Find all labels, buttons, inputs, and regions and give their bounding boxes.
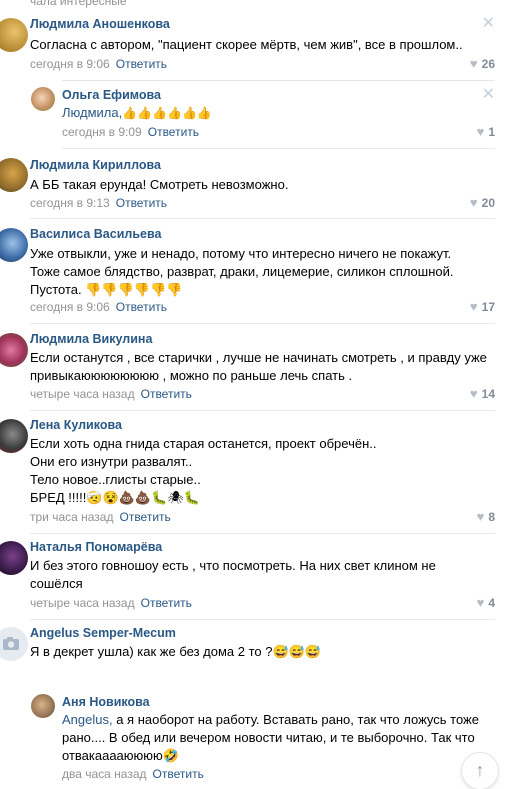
comment-text: Если хоть одна гнида старая останется, п… [30, 436, 377, 505]
comment-time[interactable]: четыре часа назад [30, 387, 135, 401]
comment-text: И без этого говношоу есть , что посмотре… [30, 558, 436, 591]
avatar[interactable] [0, 18, 28, 52]
avatar[interactable] [0, 333, 28, 367]
comment-meta: два часа назад Ответить [62, 767, 204, 781]
comment-text: Согласна с автором, "пациент скорее мёрт… [30, 37, 463, 52]
heart-icon: ♥ [469, 386, 478, 401]
comment-author[interactable]: Аня Новикова [62, 695, 150, 709]
comment-meta: три часа назад Ответить [30, 510, 171, 524]
avatar[interactable] [0, 627, 28, 661]
avatar[interactable] [0, 158, 28, 192]
reply-button[interactable]: Ответить [141, 596, 192, 610]
comment-author[interactable]: Наталья Пономарёва [30, 540, 162, 554]
comment-author[interactable]: Людмила Викулина [30, 332, 152, 346]
mention-link[interactable]: Angelus, [62, 712, 113, 727]
reply-button[interactable]: Ответить [148, 125, 199, 139]
separator [30, 323, 495, 324]
heart-icon: ♥ [469, 56, 478, 71]
comment-text: Если останутся , все старички , лучше не… [30, 350, 487, 383]
close-icon[interactable]: ✕ [482, 87, 495, 103]
comment-time[interactable]: сегодня в 9:09 [62, 125, 142, 139]
top-cut-link[interactable]: чала интересные [30, 0, 127, 8]
reply-button[interactable]: Ответить [141, 387, 192, 401]
avatar[interactable] [31, 694, 55, 718]
like-button[interactable]: ♥ 14 [470, 386, 495, 401]
comment-time[interactable]: три часа назад [30, 510, 113, 524]
comment-author[interactable]: Людмила Кириллова [30, 158, 161, 172]
comment-text: Уже отвыкли, уже и ненадо, потому что ин… [30, 246, 454, 297]
reply-button[interactable]: Ответить [119, 510, 170, 524]
comment-meta: сегодня в 9:06 Ответить [30, 57, 167, 71]
comment-meta: сегодня в 9:13 Ответить [30, 196, 167, 210]
comment-author[interactable]: Людмила Аношенкова [30, 17, 170, 31]
comment-author[interactable]: Angelus Semper-Mecum [30, 626, 176, 640]
heart-icon: ♥ [476, 509, 485, 524]
separator [30, 533, 495, 534]
separator [30, 619, 495, 620]
comment-time[interactable]: два часа назад [62, 767, 147, 781]
comment-meta: четыре часа назад Ответить [30, 387, 192, 401]
heart-icon: ♥ [476, 595, 485, 610]
arrow-up-icon: ↑ [475, 760, 485, 780]
avatar[interactable] [0, 541, 28, 575]
comment-text: Людмила,👍👍👍👍👍👍 [62, 105, 212, 120]
avatar[interactable] [31, 87, 55, 111]
comment-time[interactable]: сегодня в 9:13 [30, 196, 110, 210]
heart-icon: ♥ [476, 124, 485, 139]
reply-button[interactable]: Ответить [116, 196, 167, 210]
comment-text: Angelus, а я наоборот на работу. Встават… [62, 712, 479, 763]
like-button[interactable]: ♥ 17 [470, 299, 495, 314]
comment-meta: четыре часа назад Ответить [30, 596, 192, 610]
reply-button[interactable]: Ответить [116, 57, 167, 71]
close-icon[interactable]: ✕ [482, 16, 495, 32]
like-button[interactable]: ♥ 4 [477, 595, 495, 610]
like-button[interactable]: ♥ 1 [477, 124, 495, 139]
comment-text: А ББ такая ерунда! Смотреть невозможно. [30, 177, 289, 192]
camera-icon [3, 637, 19, 650]
mention-link[interactable]: Людмила, [62, 105, 122, 120]
reply-button[interactable]: Ответить [116, 300, 167, 314]
separator [62, 148, 495, 149]
heart-icon: ♥ [469, 299, 478, 314]
comment-text: Я в декрет ушла) как же без дома 2 то ?😅… [30, 644, 322, 659]
comment-meta: сегодня в 9:06 Ответить [30, 300, 167, 314]
like-button[interactable]: ♥ 26 [470, 56, 495, 71]
comment-author[interactable]: Василиса Васильева [30, 227, 161, 241]
like-button[interactable]: ♥ 8 [477, 509, 495, 524]
comment-time[interactable]: сегодня в 9:06 [30, 57, 110, 71]
scroll-top-button[interactable]: ↑ [462, 753, 498, 789]
separator [62, 80, 495, 81]
reply-button[interactable]: Ответить [153, 767, 204, 781]
heart-icon: ♥ [469, 195, 478, 210]
comment-time[interactable]: четыре часа назад [30, 596, 135, 610]
comment-author[interactable]: Ольга Ефимова [62, 88, 161, 102]
like-button[interactable]: ♥ 20 [470, 195, 495, 210]
separator [30, 218, 495, 219]
avatar[interactable] [0, 419, 28, 453]
avatar[interactable] [0, 228, 28, 262]
comment-author[interactable]: Лена Куликова [30, 418, 122, 432]
separator [30, 410, 495, 411]
comment-time[interactable]: сегодня в 9:06 [30, 300, 110, 314]
comment-meta: сегодня в 9:09 Ответить [62, 125, 199, 139]
